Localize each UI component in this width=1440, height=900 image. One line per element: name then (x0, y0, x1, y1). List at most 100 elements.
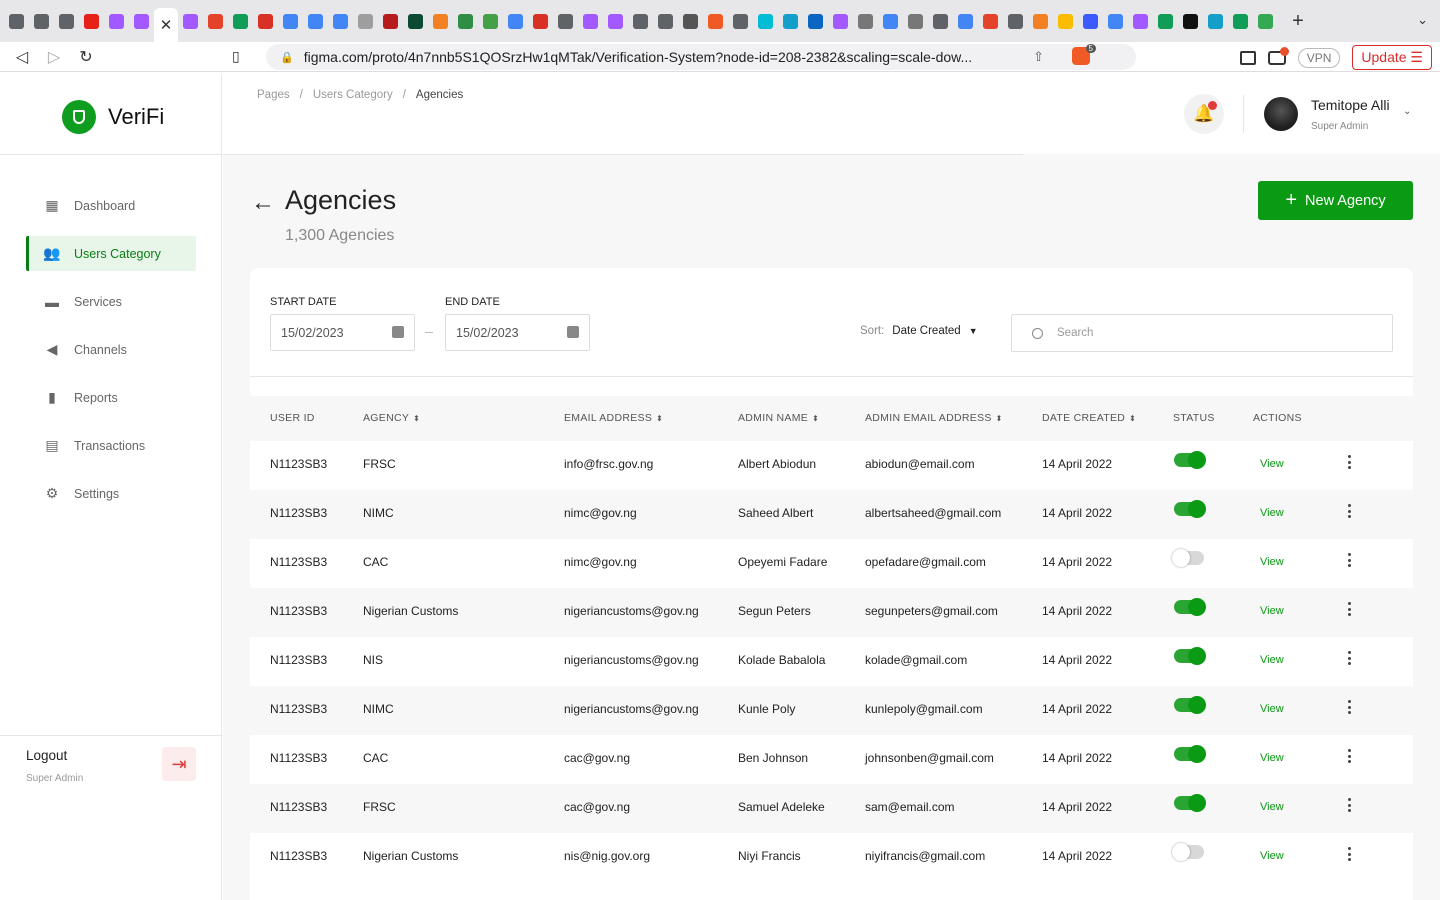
new-tab-button[interactable]: + (1284, 7, 1312, 35)
browser-tab[interactable] (628, 7, 653, 35)
view-link[interactable]: View (1260, 458, 1284, 470)
sidebar-item-settings[interactable]: ⚙ Settings (26, 476, 196, 511)
start-date-input[interactable]: 15/02/2023 (270, 314, 415, 351)
browser-tab[interactable] (104, 7, 129, 35)
browser-tab[interactable] (878, 7, 903, 35)
browser-tab[interactable] (1053, 7, 1078, 35)
search-box[interactable] (1011, 314, 1393, 352)
browser-tab[interactable] (803, 7, 828, 35)
new-agency-button[interactable]: + New Agency (1258, 181, 1413, 220)
view-link[interactable]: View (1260, 605, 1284, 617)
view-link[interactable]: View (1260, 801, 1284, 813)
status-toggle[interactable] (1174, 696, 1206, 714)
browser-tab[interactable] (1203, 7, 1228, 35)
logout-button[interactable]: ⇥ (162, 747, 196, 781)
more-options-icon[interactable] (1347, 651, 1351, 665)
browser-tab[interactable] (253, 7, 278, 35)
browser-tab[interactable] (553, 7, 578, 35)
status-toggle[interactable] (1174, 598, 1206, 616)
browser-tab[interactable] (79, 7, 104, 35)
browser-tab[interactable] (303, 7, 328, 35)
breadcrumb-item-users-category[interactable]: Users Category (313, 89, 393, 101)
browser-tab[interactable] (378, 7, 403, 35)
view-link[interactable]: View (1260, 703, 1284, 715)
browser-tab[interactable] (453, 7, 478, 35)
sidebar-toggle-icon[interactable] (1239, 50, 1256, 65)
browser-tab[interactable] (703, 7, 728, 35)
browser-tab[interactable] (778, 7, 803, 35)
status-toggle[interactable] (1174, 451, 1206, 469)
share-icon[interactable]: ⇧ (1033, 49, 1044, 65)
more-options-icon[interactable] (1347, 749, 1351, 763)
browser-tab[interactable] (178, 7, 203, 35)
calendar-icon[interactable] (567, 326, 579, 338)
view-link[interactable]: View (1260, 654, 1284, 666)
avatar[interactable] (1264, 97, 1298, 131)
forward-icon[interactable]: ▷ (38, 47, 70, 67)
back-arrow-icon[interactable]: ← (251, 189, 275, 217)
user-name[interactable]: Temitope Alli (1311, 97, 1390, 113)
sidebar-item-channels[interactable]: ◀ Channels (26, 332, 196, 367)
browser-tab[interactable] (853, 7, 878, 35)
active-tab-close-icon[interactable]: ✕ (154, 8, 178, 42)
browser-tab[interactable] (1128, 7, 1153, 35)
breadcrumb-item-pages[interactable]: Pages (257, 89, 290, 101)
browser-tab[interactable] (528, 7, 553, 35)
sidebar-item-services[interactable]: ▬ Services (26, 284, 196, 319)
status-toggle[interactable] (1174, 745, 1206, 763)
sidebar-item-transactions[interactable]: ▤ Transactions (26, 428, 196, 463)
browser-tab[interactable] (753, 7, 778, 35)
sort-dropdown[interactable]: Sort: Date Created ▼ (860, 325, 978, 337)
view-link[interactable]: View (1260, 752, 1284, 764)
browser-tab[interactable] (4, 7, 29, 35)
sidebar-item-reports[interactable]: ▮ Reports (26, 380, 196, 415)
browser-tab[interactable] (828, 7, 853, 35)
status-toggle[interactable] (1172, 843, 1204, 861)
tab-list-chevron-icon[interactable]: ⌄ (1417, 12, 1428, 28)
view-link[interactable]: View (1260, 507, 1284, 519)
browser-tab[interactable] (353, 7, 378, 35)
bookmark-icon[interactable]: ▯ (232, 48, 240, 65)
browser-tab[interactable] (478, 7, 503, 35)
browser-tab[interactable] (328, 7, 353, 35)
browser-tab[interactable] (54, 7, 79, 35)
wallet-icon[interactable] (1267, 46, 1289, 65)
column-header-email[interactable]: EMAIL ADDRESS ⬍ (564, 412, 663, 424)
back-icon[interactable]: ◁ (6, 47, 38, 67)
sidebar-item-dashboard[interactable]: ▦ Dashboard (26, 188, 196, 223)
more-options-icon[interactable] (1347, 798, 1351, 812)
browser-tab[interactable] (228, 7, 253, 35)
browser-tab[interactable] (428, 7, 453, 35)
browser-tab[interactable] (1103, 7, 1128, 35)
browser-tab[interactable] (978, 7, 1003, 35)
url-field[interactable]: 🔒 figma.com/proto/4n7nnb5S1QOSrzHw1qMTak… (266, 44, 1136, 70)
more-options-icon[interactable] (1347, 847, 1351, 861)
update-button[interactable]: Update ☰ (1352, 45, 1432, 70)
browser-tab[interactable] (403, 7, 428, 35)
browser-tab[interactable] (1228, 7, 1253, 35)
more-options-icon[interactable] (1347, 602, 1351, 616)
browser-tab[interactable] (928, 7, 953, 35)
notification-bell-icon[interactable]: 🔔 (1184, 94, 1224, 134)
browser-tab[interactable] (1003, 7, 1028, 35)
more-options-icon[interactable] (1347, 455, 1351, 469)
browser-tab[interactable] (278, 7, 303, 35)
browser-tab[interactable] (29, 7, 54, 35)
column-header-date-created[interactable]: DATE CREATED ⬍ (1042, 412, 1136, 424)
browser-tab[interactable] (653, 7, 678, 35)
status-toggle[interactable] (1174, 794, 1206, 812)
chevron-down-icon[interactable]: ⌄ (1403, 106, 1411, 117)
browser-tab[interactable] (1253, 7, 1278, 35)
end-date-input[interactable]: 15/02/2023 (445, 314, 590, 351)
column-header-agency[interactable]: AGENCY ⬍ (363, 412, 420, 424)
status-toggle[interactable] (1172, 549, 1204, 567)
browser-tab[interactable] (578, 7, 603, 35)
browser-tab[interactable] (603, 7, 628, 35)
more-options-icon[interactable] (1347, 700, 1351, 714)
column-header-admin-email[interactable]: ADMIN EMAIL ADDRESS ⬍ (865, 412, 1003, 424)
browser-tab[interactable] (678, 7, 703, 35)
browser-tab[interactable] (1028, 7, 1053, 35)
view-link[interactable]: View (1260, 556, 1284, 568)
reload-icon[interactable]: ↻ (70, 47, 102, 67)
search-input[interactable] (1057, 327, 1357, 339)
